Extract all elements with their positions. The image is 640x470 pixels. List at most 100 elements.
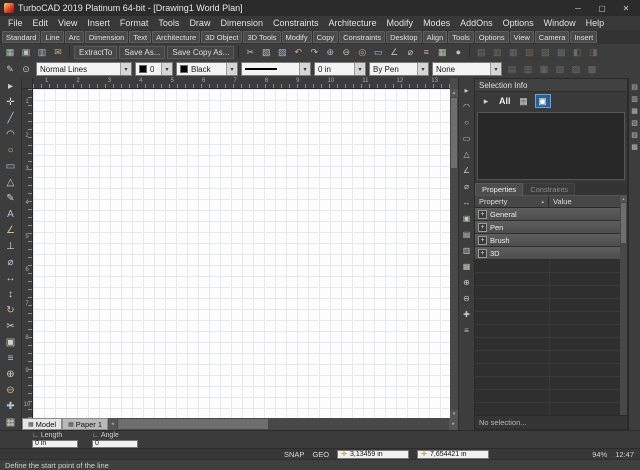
drawing-tool-icon[interactable]: ⌀ — [1, 254, 21, 270]
menu-item[interactable]: Modes — [418, 18, 455, 28]
drawing-tool-icon[interactable]: ∠ — [1, 222, 21, 238]
toolbar-tab[interactable]: Architecture — [152, 31, 200, 43]
menu-item[interactable]: Dimension — [215, 18, 268, 28]
angle-field[interactable]: 0 — [92, 440, 138, 448]
snap-tool-icon[interactable]: ▥ — [463, 246, 471, 258]
menu-item[interactable]: Format — [115, 18, 154, 28]
snap-tool-icon[interactable]: ≡ — [464, 326, 469, 338]
drawing-tool-icon[interactable]: ▣ — [1, 334, 21, 350]
scrollbar-thumb[interactable] — [451, 98, 457, 168]
snap-tool-icon[interactable]: ∠ — [463, 166, 470, 178]
palette-icon[interactable]: ▤ — [631, 83, 638, 91]
expand-icon[interactable]: + — [478, 249, 487, 258]
toolbar-tab[interactable]: Text — [129, 31, 151, 43]
snap-tool-icon[interactable]: ↔ — [463, 198, 471, 210]
menu-item[interactable]: Help — [581, 18, 610, 28]
toolbar-tab[interactable]: 3D Tools — [243, 31, 280, 43]
toolbar-tab[interactable]: Tools — [448, 31, 474, 43]
toolbar-icon[interactable]: ↶ — [291, 46, 305, 59]
menu-item[interactable]: AddOns — [455, 18, 498, 28]
length-field[interactable]: 0 in — [32, 440, 78, 448]
menu-item[interactable]: View — [53, 18, 82, 28]
vertical-scrollbar[interactable]: ▴ ▾ — [450, 89, 458, 418]
pen-size-combo[interactable]: 0 ▾ — [135, 62, 173, 76]
menu-item[interactable]: Modify — [382, 18, 419, 28]
toolbar-icon[interactable]: ↷ — [307, 46, 321, 59]
property-column-header[interactable]: Property ▴ — [475, 196, 549, 207]
scrollbar-track[interactable] — [269, 418, 449, 430]
pointer-icon[interactable]: ▸ — [478, 94, 494, 108]
snap-tool-icon[interactable]: ✚ — [463, 310, 470, 322]
drawing-tool-icon[interactable]: ≡ — [1, 350, 21, 366]
expand-icon[interactable]: + — [478, 236, 487, 245]
scroll-right-icon[interactable]: ▸ — [449, 418, 458, 430]
menu-item[interactable]: Options — [498, 18, 539, 28]
palette-icon[interactable]: ▧ — [631, 119, 638, 127]
drawing-canvas[interactable] — [33, 89, 450, 418]
drawing-tool-icon[interactable]: ◠ — [1, 126, 21, 142]
drawing-tool-icon[interactable]: ✂ — [1, 318, 21, 334]
palette-icon[interactable]: ▨ — [631, 131, 638, 139]
expand-icon[interactable]: + — [478, 223, 487, 232]
drawing-tool-icon[interactable]: ↻ — [1, 302, 21, 318]
toolbar-tab[interactable]: Arc — [65, 31, 84, 43]
snap-tool-icon[interactable]: ◠ — [463, 102, 470, 114]
snap-tool-icon[interactable]: ⊖ — [463, 294, 470, 306]
drawing-tool-icon[interactable]: △ — [1, 174, 21, 190]
toolbar-tab[interactable]: Options — [475, 31, 509, 43]
tab-properties[interactable]: Properties — [475, 183, 523, 195]
toolbar-tab[interactable]: Align — [423, 31, 448, 43]
drawing-tool-icon[interactable]: A — [1, 206, 21, 222]
toolbar-icon[interactable]: ▥ — [35, 46, 49, 59]
drawing-tool-icon[interactable]: ▸ — [1, 78, 21, 94]
line-pattern-combo[interactable]: ▾ — [241, 62, 311, 76]
property-icon[interactable]: ✎ — [3, 62, 17, 76]
toolbar-tab[interactable]: View — [510, 31, 534, 43]
drawing-tool-icon[interactable]: ↕ — [1, 286, 21, 302]
palette-icon[interactable]: ▥ — [631, 95, 638, 103]
geo-toggle[interactable]: GEO — [312, 450, 329, 459]
scrollbar-track[interactable] — [450, 169, 458, 410]
maximize-button[interactable]: ▢ — [590, 1, 614, 15]
snap-tool-icon[interactable]: ▤ — [463, 230, 471, 242]
drawing-tool-icon[interactable]: ○ — [1, 142, 21, 158]
drawing-tool-icon[interactable]: ⊖ — [1, 382, 21, 398]
toolbar-icon[interactable]: ✉ — [51, 46, 65, 59]
toolbar-icon[interactable]: ◎ — [355, 46, 369, 59]
x-coordinate-field[interactable]: ✛ 3,13459 in — [337, 450, 409, 459]
scroll-down-icon[interactable]: ▾ — [450, 410, 458, 418]
minimize-button[interactable]: ─ — [566, 1, 590, 15]
toolbar-icon[interactable]: ▨ — [275, 46, 289, 59]
toolbar-icon[interactable]: ▧ — [259, 46, 273, 59]
line-style-combo[interactable]: Normal Lines ▾ — [36, 62, 132, 76]
toolbar-tab[interactable]: Modify — [282, 31, 312, 43]
property-icon[interactable]: ⊙ — [19, 62, 33, 76]
scrollbar-thumb[interactable] — [621, 203, 626, 243]
drawing-tool-icon[interactable]: ✚ — [1, 398, 21, 414]
toolbar-tab[interactable]: Copy — [313, 31, 339, 43]
toolbar-tab[interactable]: Insert — [570, 31, 597, 43]
drawing-tool-icon[interactable]: ▭ — [1, 158, 21, 174]
highlight-icon[interactable]: ▣ — [535, 94, 551, 108]
snap-toggle[interactable]: SNAP — [284, 450, 304, 459]
menu-item[interactable]: File — [3, 18, 28, 28]
menu-item[interactable]: Edit — [28, 18, 54, 28]
snap-tool-icon[interactable]: ⊕ — [463, 278, 470, 290]
scroll-left-icon[interactable]: ◂ — [108, 418, 117, 430]
menu-item[interactable]: Tools — [153, 18, 184, 28]
tab-constraints[interactable]: Constraints — [523, 183, 575, 195]
horizontal-scrollbar[interactable]: ◂ ▸ — [108, 418, 458, 430]
drawing-tool-icon[interactable]: ⊕ — [1, 366, 21, 382]
palette-icon[interactable]: ▦ — [631, 107, 638, 115]
menu-item[interactable]: Insert — [82, 18, 115, 28]
scroll-up-icon[interactable]: ▴ — [450, 89, 458, 97]
toolbar-tab[interactable]: Camera — [535, 31, 570, 43]
pen-color-combo[interactable]: Black ▾ — [176, 62, 238, 76]
toolbar-icon[interactable]: ▣ — [19, 46, 33, 59]
toolbar-tab[interactable]: Dimension — [85, 31, 128, 43]
panel-scrollbar[interactable]: ▴ — [620, 195, 627, 415]
toolbar-icon[interactable]: ⌀ — [403, 46, 417, 59]
menu-item[interactable]: Constraints — [268, 18, 324, 28]
drawing-tool-icon[interactable]: ⊥ — [1, 238, 21, 254]
save-as-button[interactable]: Save As... — [119, 46, 165, 59]
